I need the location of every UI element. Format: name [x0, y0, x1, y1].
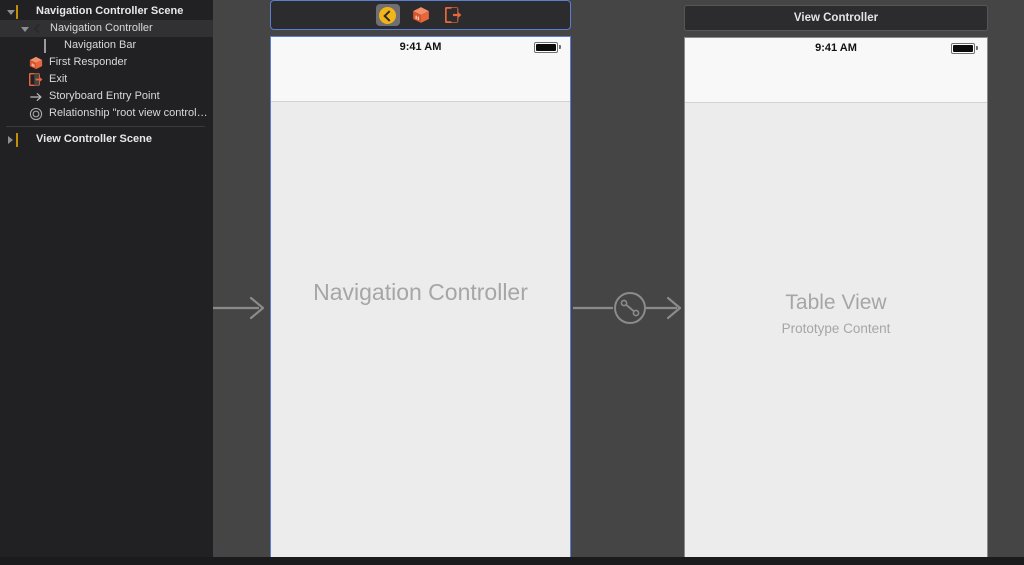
- navigation-controller-dock-icon[interactable]: [375, 4, 400, 26]
- sidebar-item-label: First Responder: [49, 56, 128, 68]
- disclosure-triangle-open-icon[interactable]: [20, 20, 30, 37]
- cube-glyph: [412, 7, 429, 23]
- status-bar: 9:41 AM: [271, 37, 570, 57]
- scene-dock-title-label: View Controller: [793, 12, 879, 24]
- scene-icon: [16, 132, 31, 147]
- sidebar-item-label: View Controller Scene: [36, 133, 152, 145]
- device-frame-view-controller[interactable]: 9:41 AM Table View Prototype Content: [684, 37, 988, 560]
- battery-full-icon: [534, 42, 558, 53]
- battery-tip-icon: [976, 46, 978, 50]
- first-responder-icon: [29, 55, 44, 70]
- status-bar: 9:41 AM: [685, 38, 987, 58]
- navigation-bar[interactable]: [685, 58, 987, 103]
- status-bar-time: 9:41 AM: [815, 42, 857, 54]
- sidebar-item-label: Navigation Controller Scene: [36, 5, 184, 17]
- entry-point-arrow-icon: [29, 89, 44, 104]
- navigation-bar[interactable]: [271, 57, 570, 102]
- disclosure-triangle-closed-icon[interactable]: [6, 131, 16, 148]
- table-view-subtitle: Prototype Content: [781, 321, 891, 336]
- device-frame-navigation-controller[interactable]: 9:41 AM Navigation Controller: [270, 36, 571, 559]
- exit-glyph: [445, 7, 462, 23]
- table-view-title: Table View: [785, 291, 887, 314]
- navigation-bar-icon: [44, 38, 59, 53]
- table-view-placeholder: Table View Prototype Content: [685, 291, 987, 336]
- outline-separator: [6, 126, 205, 127]
- window-bottom-edge: [0, 557, 1024, 565]
- sidebar-item-label: Storyboard Entry Point: [49, 90, 160, 102]
- sidebar-item-view-controller-scene[interactable]: View Controller Scene: [0, 131, 213, 148]
- sidebar-item-label: Navigation Bar: [64, 39, 137, 51]
- sidebar-item-label: Exit: [49, 73, 68, 85]
- document-outline-sidebar[interactable]: Navigation Controller Scene Navigation C…: [0, 0, 213, 565]
- relationship-segue-arrow[interactable]: [573, 290, 685, 326]
- exit-glyph: [28, 72, 43, 87]
- scene-icon: [16, 4, 31, 19]
- relationship-glyph: [29, 107, 43, 121]
- xcode-storyboard-window: Navigation Controller Scene Navigation C…: [0, 0, 1024, 565]
- exit-icon: [28, 72, 44, 87]
- scene-dock-title-view-controller[interactable]: View Controller: [684, 5, 988, 31]
- sidebar-item-relationship-root-view-controller[interactable]: Relationship "root view controller"…: [0, 105, 213, 122]
- storyboard-canvas[interactable]: 9:41 AM Navigation Controller View Contr…: [213, 0, 1024, 565]
- sidebar-item-first-responder[interactable]: First Responder: [0, 54, 213, 71]
- battery-tip-icon: [559, 45, 561, 49]
- sidebar-item-navigation-controller[interactable]: Navigation Controller: [0, 20, 213, 37]
- sidebar-item-label: Relationship "root view controller"…: [49, 107, 209, 119]
- exit-dock-icon[interactable]: [442, 4, 466, 26]
- first-responder-dock-icon[interactable]: [409, 4, 433, 26]
- arrow-right-glyph: [30, 93, 42, 101]
- table-view[interactable]: Table View Prototype Content: [685, 104, 987, 559]
- sidebar-item-navigation-bar[interactable]: Navigation Bar: [0, 37, 213, 54]
- disclosure-triangle-open-icon[interactable]: [6, 3, 16, 20]
- relationship-icon: [29, 106, 44, 121]
- storyboard-entry-point-arrow[interactable]: [213, 290, 273, 326]
- sidebar-item-exit[interactable]: Exit: [0, 71, 213, 88]
- scene-placeholder: Navigation Controller: [271, 279, 570, 306]
- status-bar-time: 9:41 AM: [399, 41, 442, 53]
- scene-dock-navigation-controller[interactable]: [270, 0, 571, 30]
- scene-placeholder-title: Navigation Controller: [313, 279, 528, 305]
- scene-view-controller[interactable]: View Controller 9:41 AM Table View Proto…: [684, 0, 988, 560]
- sidebar-item-storyboard-entry-point[interactable]: Storyboard Entry Point: [0, 88, 213, 105]
- sidebar-item-label: Navigation Controller: [50, 22, 153, 34]
- battery-full-icon: [951, 43, 975, 54]
- navigation-controller-icon: [30, 21, 45, 36]
- cube-glyph: [29, 56, 43, 70]
- scene-content-area[interactable]: Navigation Controller: [271, 103, 570, 558]
- sidebar-item-navigation-controller-scene[interactable]: Navigation Controller Scene: [0, 3, 213, 20]
- scene-navigation-controller[interactable]: 9:41 AM Navigation Controller: [270, 0, 571, 559]
